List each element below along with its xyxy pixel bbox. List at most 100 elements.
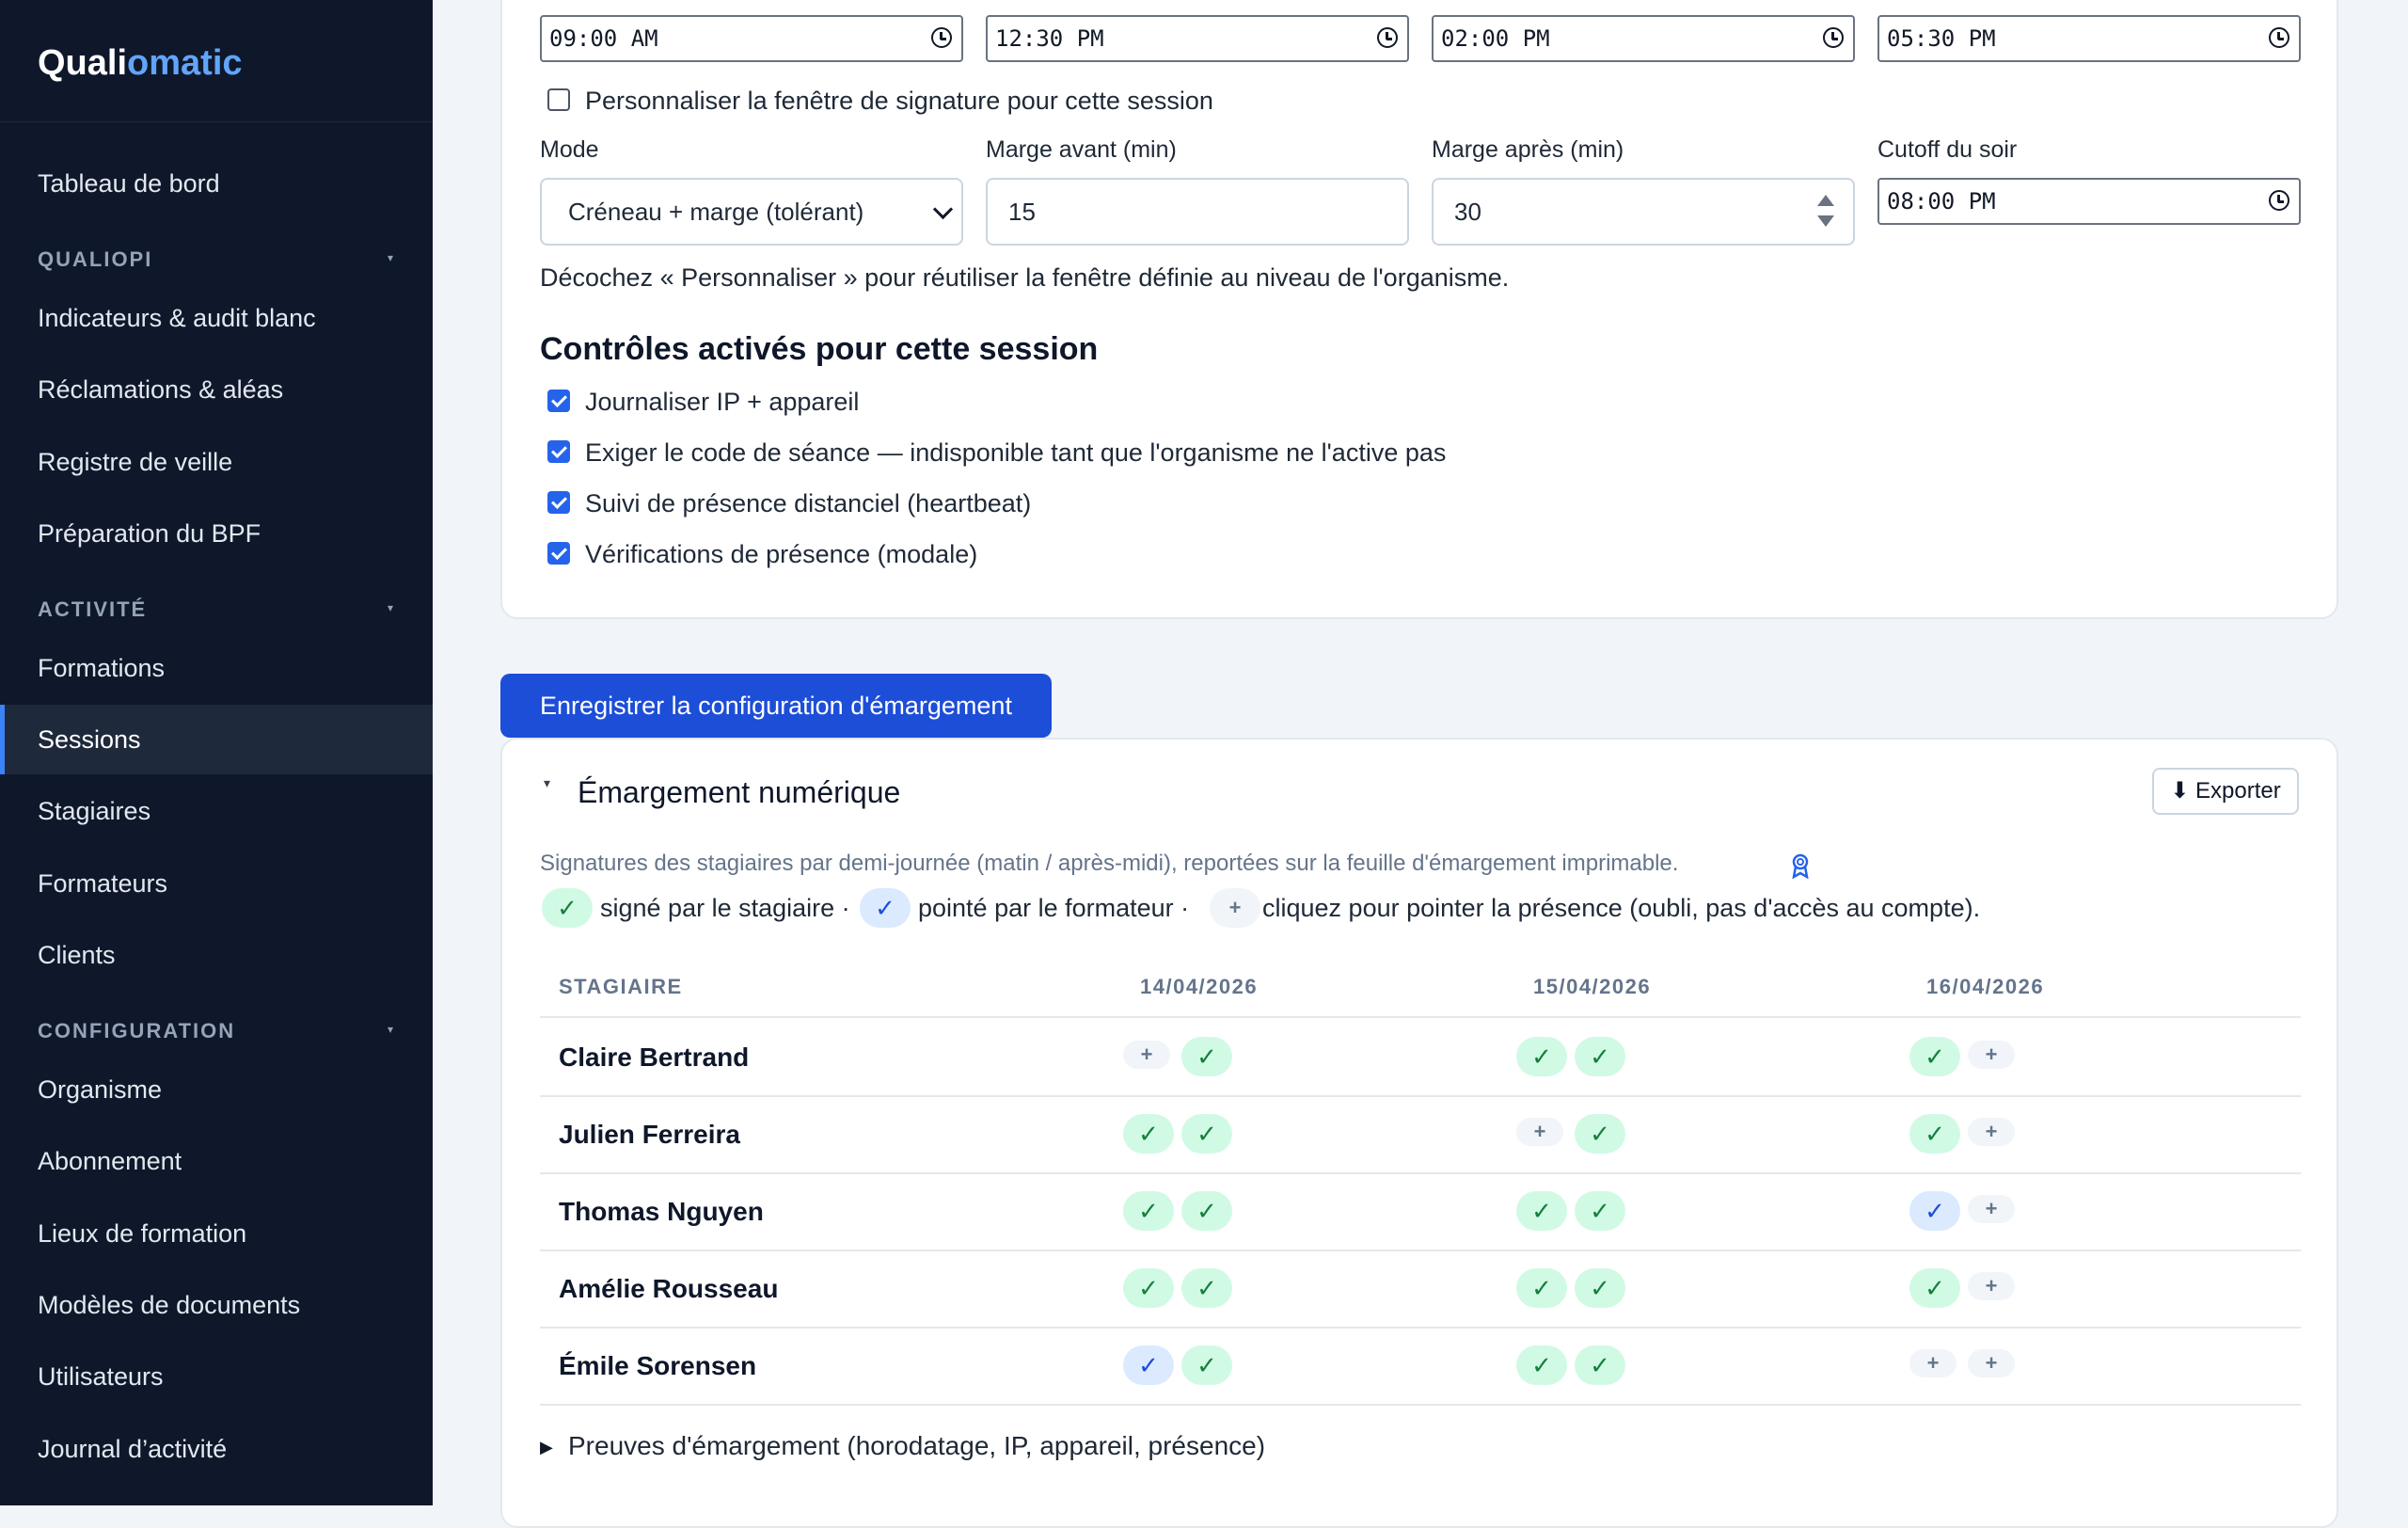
attendance-mark-signed[interactable]: ✓ <box>1575 1345 1625 1385</box>
attendance-mark-signed[interactable]: ✓ <box>1516 1345 1567 1385</box>
sidebar-item-utilisateurs[interactable]: Utilisateurs <box>0 1342 433 1411</box>
trainee-name: Thomas Nguyen <box>559 1197 764 1226</box>
collapse-caret-icon[interactable]: ▾ <box>544 775 550 791</box>
chevron-down-icon <box>932 199 954 220</box>
attendance-mark-signed[interactable]: ✓ <box>1575 1191 1625 1231</box>
col-header-stagiaire: STAGIAIRE <box>559 975 683 998</box>
col-header-date: 14/04/2026 <box>1140 975 1259 998</box>
attendance-mark-signed[interactable]: ✓ <box>1575 1114 1625 1154</box>
sidebar-item-formations[interactable]: Formations <box>0 633 433 703</box>
row-divider <box>540 1404 2301 1406</box>
session-code-checkbox[interactable] <box>547 440 570 463</box>
export-button[interactable]: ⬇ Exporter <box>2152 768 2299 815</box>
attendance-mark-empty[interactable]: + <box>1968 1195 2015 1223</box>
sidebar-item-stagiaires[interactable]: Stagiaires <box>0 776 433 846</box>
morning-start-time-input[interactable]: 09:00 AM <box>540 15 963 62</box>
attendance-mark-signed[interactable]: ✓ <box>1181 1345 1232 1385</box>
margin-before-input[interactable]: 15 <box>986 178 1409 246</box>
customize-window-checkbox[interactable] <box>547 88 570 111</box>
attendance-mark-signed[interactable]: ✓ <box>1516 1191 1567 1231</box>
mode-select[interactable]: Créneau + marge (tolérant) <box>540 178 963 246</box>
log-ip-checkbox[interactable] <box>547 390 570 412</box>
row-divider <box>540 1095 2301 1097</box>
save-attendance-config-button[interactable]: Enregistrer la configuration d'émargemen… <box>500 674 1052 738</box>
sidebar-item-journal[interactable]: Journal d’activité <box>0 1414 433 1484</box>
sidebar-item-organisme[interactable]: Organisme <box>0 1055 433 1124</box>
sidebar-item-reclamations[interactable]: Réclamations & aléas <box>0 355 433 424</box>
attendance-mark-signed[interactable]: ✓ <box>1909 1114 1960 1154</box>
clock-icon[interactable] <box>1823 27 1844 48</box>
attendance-mark-trainer[interactable]: ✓ <box>1909 1191 1960 1231</box>
attendance-mark-signed[interactable]: ✓ <box>1123 1191 1174 1231</box>
attendance-mark-signed[interactable]: ✓ <box>1181 1268 1232 1308</box>
attendance-mark-empty[interactable]: + <box>1968 1349 2015 1377</box>
sidebar-item-clients[interactable]: Clients <box>0 920 433 990</box>
attendance-mark-empty[interactable]: + <box>1968 1118 2015 1146</box>
attendance-mark-signed[interactable]: ✓ <box>1123 1114 1174 1154</box>
attendance-mark-signed[interactable]: ✓ <box>1181 1191 1232 1231</box>
attendance-mark-empty[interactable]: + <box>1123 1041 1170 1069</box>
attendance-mark-signed[interactable]: ✓ <box>1575 1037 1625 1076</box>
attendance-mark-signed[interactable]: ✓ <box>1909 1037 1960 1076</box>
attendance-mark-signed[interactable]: ✓ <box>1575 1268 1625 1308</box>
col-header-date: 16/04/2026 <box>1926 975 2045 998</box>
attendance-mark-empty[interactable]: + <box>1968 1272 2015 1300</box>
sidebar-item-tableau-de-bord[interactable]: Tableau de bord <box>0 149 433 218</box>
attendance-mark-signed[interactable]: ✓ <box>1516 1268 1567 1308</box>
sidebar-item-bpf[interactable]: Préparation du BPF <box>0 499 433 568</box>
margin-before-label: Marge avant (min) <box>986 136 1177 163</box>
clock-icon[interactable] <box>2269 190 2289 211</box>
certificate-icon <box>1792 853 1809 879</box>
legend-click-label: cliquez pour pointer la présence (oubli,… <box>1262 894 1981 922</box>
cutoff-time-input[interactable]: 08:00 PM <box>1877 178 2301 225</box>
chevron-down-icon: ▾ <box>387 251 395 264</box>
sidebar-section-qualiopi[interactable]: QUALIOPI ▾ <box>38 247 395 272</box>
trainee-name: Julien Ferreira <box>559 1120 740 1149</box>
trainee-name: Amélie Rousseau <box>559 1274 779 1303</box>
proofs-summary[interactable]: Preuves d'émargement (horodatage, IP, ap… <box>568 1431 1265 1461</box>
sidebar-item-formateurs[interactable]: Formateurs <box>0 849 433 918</box>
afternoon-start-time-input[interactable]: 02:00 PM <box>1432 15 1855 62</box>
sidebar-item-lieux[interactable]: Lieux de formation <box>0 1199 433 1268</box>
attendance-mark-empty[interactable]: + <box>1516 1118 1563 1146</box>
controls-title: Contrôles activés pour cette session <box>540 331 1099 367</box>
attendance-mark-signed[interactable]: ✓ <box>1516 1037 1567 1076</box>
row-divider <box>540 1327 2301 1329</box>
sidebar-section-configuration[interactable]: CONFIGURATION ▾ <box>38 1019 395 1043</box>
sidebar-section-activite[interactable]: ACTIVITÉ ▾ <box>38 597 395 622</box>
attendance-description: Signatures des stagiaires par demi-journ… <box>540 851 1679 876</box>
sidebar-item-sessions[interactable]: Sessions <box>0 705 433 774</box>
legend-empty-badge: + <box>1210 888 1260 928</box>
sidebar-item-modeles[interactable]: Modèles de documents <box>0 1270 433 1340</box>
row-divider <box>540 1249 2301 1251</box>
margin-after-label: Marge après (min) <box>1432 136 1624 163</box>
legend-trainer-badge: ✓ <box>860 888 911 928</box>
legend-signed-badge: ✓ <box>542 888 593 928</box>
clock-icon[interactable] <box>1377 27 1398 48</box>
heartbeat-label: Suivi de présence distanciel (heartbeat) <box>585 489 1032 517</box>
heartbeat-checkbox[interactable] <box>547 491 570 514</box>
clock-icon[interactable] <box>931 27 952 48</box>
spin-up-icon[interactable] <box>1817 195 1834 206</box>
attendance-mark-signed[interactable]: ✓ <box>1123 1268 1174 1308</box>
attendance-mark-signed[interactable]: ✓ <box>1181 1037 1232 1076</box>
attendance-mark-trainer[interactable]: ✓ <box>1123 1345 1174 1385</box>
sidebar: Qualiomatic Tableau de bord QUALIOPI ▾ In… <box>0 0 433 1505</box>
chevron-down-icon: ▾ <box>387 1023 395 1036</box>
attendance-mark-empty[interactable]: + <box>1968 1041 2015 1069</box>
attendance-mark-empty[interactable]: + <box>1909 1349 1956 1377</box>
app-logo[interactable]: Qualiomatic <box>0 0 433 122</box>
afternoon-end-time-input[interactable]: 05:30 PM <box>1877 15 2301 62</box>
morning-end-time-input[interactable]: 12:30 PM <box>986 15 1409 62</box>
sidebar-item-registre-veille[interactable]: Registre de veille <box>0 427 433 497</box>
presence-modal-checkbox[interactable] <box>547 542 570 565</box>
sidebar-item-abonnement[interactable]: Abonnement <box>0 1126 433 1196</box>
disclosure-triangle-icon[interactable]: ▶ <box>540 1438 553 1457</box>
margin-after-input[interactable]: 30 <box>1432 178 1855 246</box>
attendance-mark-signed[interactable]: ✓ <box>1181 1114 1232 1154</box>
clock-icon[interactable] <box>2269 27 2289 48</box>
attendance-mark-signed[interactable]: ✓ <box>1909 1268 1960 1308</box>
spin-down-icon[interactable] <box>1817 215 1834 227</box>
sidebar-item-indicateurs[interactable]: Indicateurs & audit blanc <box>0 283 433 353</box>
col-header-date: 15/04/2026 <box>1533 975 1652 998</box>
